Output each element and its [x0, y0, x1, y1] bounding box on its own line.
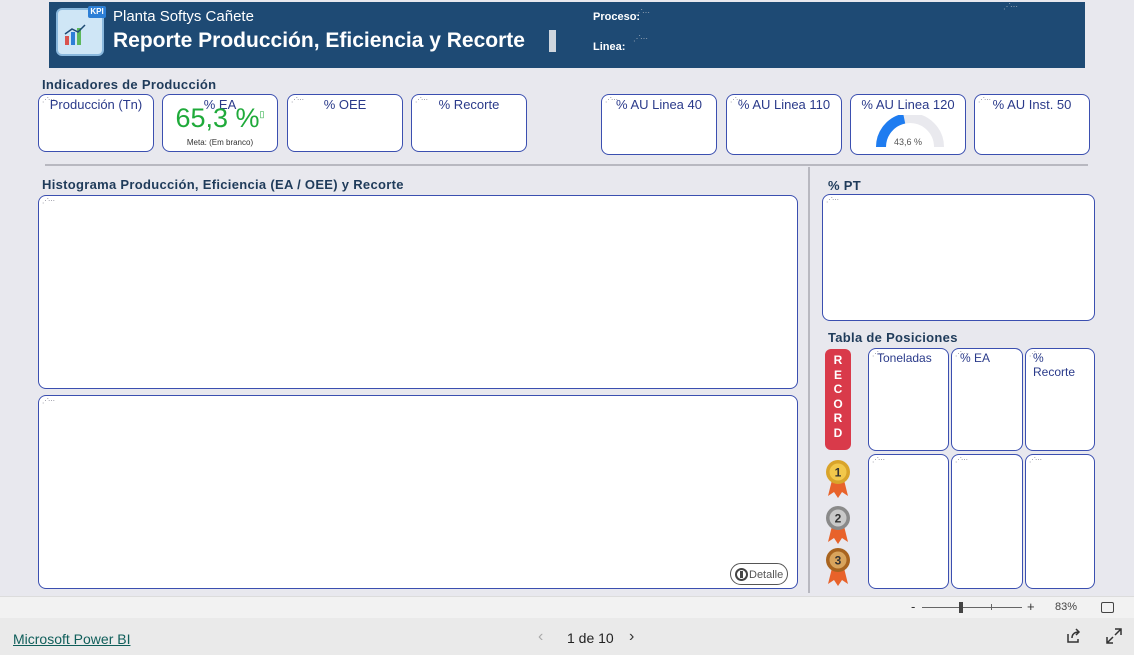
powerbi-footer: Microsoft Power BI ‹ 1 de 10 ›: [0, 618, 1134, 655]
section-divider: [45, 164, 1088, 166]
card-oee[interactable]: ⋰⋯ % OEE: [287, 94, 403, 152]
gold-medal-number: 1: [835, 466, 842, 480]
loading-icon: ⋰⋯: [42, 398, 55, 405]
info-icon: [735, 568, 748, 581]
linea-label: Linea:: [593, 41, 626, 53]
card-produccion[interactable]: ⋰⋯ Producción (Tn): [38, 94, 154, 152]
card-ea[interactable]: % EA 65,3 %▯ Meta: (Em branco): [162, 94, 278, 152]
positions-recorte-header[interactable]: ⋰⋯ % Recorte: [1025, 348, 1095, 451]
card-caption: % AU Linea 110: [737, 97, 831, 112]
card-caption: % AU Linea 40: [615, 97, 702, 112]
zoom-bar: - + 83%: [0, 596, 1134, 618]
loading-icon: ⋰⋯: [1003, 2, 1018, 11]
kpi-logo-icon: KPI: [56, 6, 106, 56]
card-recorte[interactable]: ⋰⋯ % Recorte: [411, 94, 527, 152]
gauge-value: 43,6 %: [893, 137, 923, 147]
pt-chart[interactable]: ⋰⋯: [822, 194, 1095, 321]
loading-icon: ⋰⋯: [42, 198, 55, 205]
kpi-badge: KPI: [88, 6, 106, 18]
text-cursor: [549, 30, 556, 52]
page-indicator: 1 de 10: [567, 630, 614, 646]
gold-medal-icon: 1: [826, 460, 850, 498]
card-caption: % OEE: [323, 97, 367, 112]
zoom-level: 83%: [1055, 601, 1078, 613]
zoom-slider-thumb[interactable]: [959, 602, 963, 613]
detalle-button[interactable]: Detalle: [730, 563, 788, 585]
bar-chart-icon: [64, 24, 86, 45]
record-label: RECORD: [825, 349, 851, 450]
silver-medal-number: 2: [835, 512, 842, 526]
fullscreen-icon[interactable]: [1106, 628, 1122, 644]
positions-ea-values[interactable]: ⋰⋯: [951, 454, 1023, 589]
record-text: RECORD: [833, 353, 843, 440]
status-icon: ▯: [259, 109, 265, 119]
indicators-title: Indicadores de Producción: [42, 77, 217, 92]
loading-icon: ⋰⋯: [633, 34, 648, 43]
column-divider: [808, 167, 810, 593]
loading-icon: ⋰⋯: [955, 457, 968, 464]
card-caption: % AU Inst. 50: [992, 97, 1072, 112]
zoom-slider[interactable]: [922, 607, 1022, 608]
card-au-linea-110[interactable]: ⋰⋯ % AU Linea 110: [726, 94, 842, 155]
card-au-linea-40[interactable]: ⋰⋯ % AU Linea 40: [601, 94, 717, 155]
histogram-chart-bottom[interactable]: ⋰⋯: [38, 395, 798, 589]
column-caption: Toneladas: [877, 351, 932, 365]
bronze-medal-icon: 3: [826, 548, 850, 586]
loading-icon: ⋰⋯: [635, 8, 650, 17]
zoom-in-button[interactable]: +: [1027, 599, 1035, 614]
fit-to-page-icon[interactable]: [1101, 602, 1114, 613]
positions-recorte-values[interactable]: ⋰⋯: [1025, 454, 1095, 589]
pt-title: % PT: [828, 178, 861, 193]
share-icon[interactable]: [1066, 628, 1082, 644]
report-canvas: KPI Planta Softys Cañete Reporte Producc…: [0, 0, 1134, 596]
positions-toneladas-header[interactable]: ⋰⋯ Toneladas: [868, 348, 949, 451]
card-caption: % AU Linea 120: [861, 97, 955, 112]
powerbi-link[interactable]: Microsoft Power BI: [13, 631, 130, 647]
column-caption: % EA: [960, 351, 991, 365]
proceso-label: Proceso:: [593, 11, 641, 23]
column-caption: % Recorte: [1033, 351, 1076, 379]
plant-name: Planta Softys Cañete: [113, 8, 254, 25]
detalle-label: Detalle: [749, 569, 784, 581]
positions-toneladas-values[interactable]: ⋰⋯: [868, 454, 949, 589]
positions-title: Tabla de Posiciones: [828, 330, 958, 345]
ea-value: 65,3 %▯: [175, 103, 265, 133]
card-caption: % Recorte: [438, 97, 500, 112]
zoom-slider-tick: [991, 604, 992, 610]
prev-page-button[interactable]: ‹: [538, 628, 543, 646]
positions-ea-header[interactable]: ⋰⋯ % EA: [951, 348, 1023, 451]
card-au-linea-120[interactable]: % AU Linea 120 43,6 %: [850, 94, 966, 155]
bronze-medal-number: 3: [835, 554, 842, 568]
next-page-button[interactable]: ›: [629, 628, 634, 646]
card-caption: Producción (Tn): [49, 97, 143, 112]
histogram-chart-top[interactable]: ⋰⋯: [38, 195, 798, 389]
loading-icon: ⋰⋯: [872, 457, 885, 464]
silver-medal-icon: 2: [826, 506, 850, 544]
card-au-inst-50[interactable]: ⋰⋯ % AU Inst. 50: [974, 94, 1090, 155]
histogram-title: Histograma Producción, Eficiencia (EA / …: [42, 177, 404, 192]
report-title: Reporte Producción, Eficiencia y Recorte: [113, 29, 525, 52]
ea-meta: Meta: (Em branco): [186, 138, 254, 147]
loading-icon: ⋰⋯: [826, 197, 839, 204]
zoom-out-button[interactable]: -: [911, 599, 915, 614]
loading-icon: ⋰⋯: [1029, 457, 1042, 464]
report-header: KPI Planta Softys Cañete Reporte Producc…: [49, 2, 1085, 68]
